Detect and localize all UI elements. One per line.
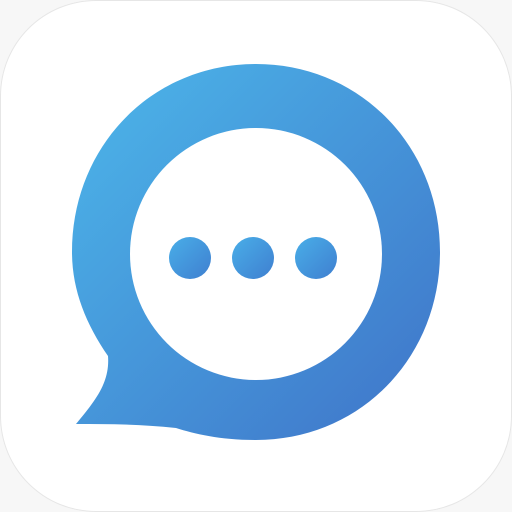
ellipsis-icon [169, 237, 337, 279]
chat-bubble-icon [72, 64, 440, 440]
dot-right [295, 237, 337, 279]
dot-left [169, 237, 211, 279]
dot-middle [232, 237, 274, 279]
chat-app-icon[interactable] [0, 0, 512, 512]
